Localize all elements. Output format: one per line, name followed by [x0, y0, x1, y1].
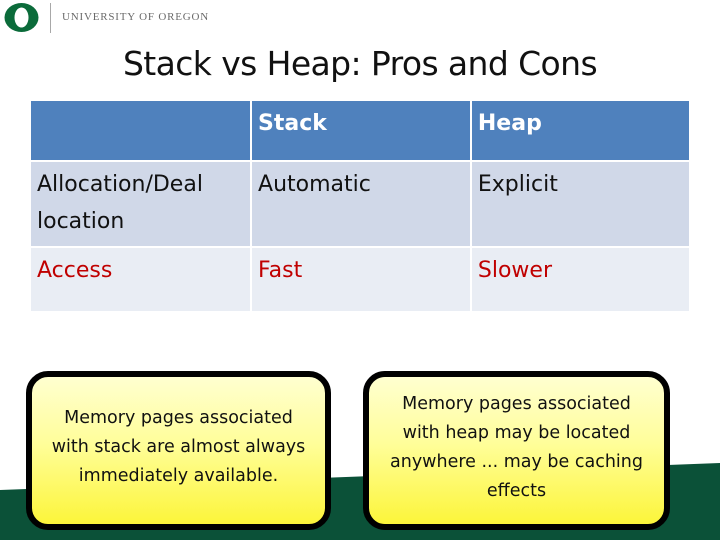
stack-callout-text: Memory pages associated with stack are a…: [51, 408, 306, 486]
heap-callout-text: Memory pages associated with heap may be…: [390, 393, 643, 501]
stack-callout: Memory pages associated with stack are a…: [26, 371, 331, 530]
heap-callout: Memory pages associated with heap may be…: [363, 371, 670, 530]
